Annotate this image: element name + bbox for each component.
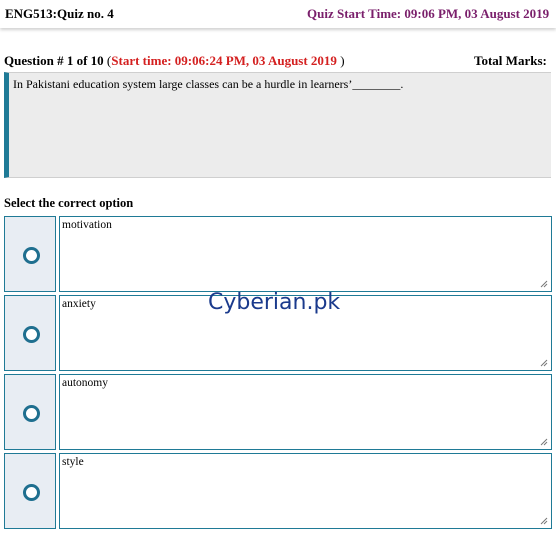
option-label: anxiety (62, 298, 96, 310)
watermark: Cyberian.pk (208, 290, 341, 315)
option-label: style (62, 456, 84, 468)
total-marks-label: Total Marks: (474, 53, 547, 68)
select-correct-option-label: Select the correct option (4, 196, 134, 210)
question-number-label: Question # 1 of 10 (4, 53, 104, 68)
question-header: Question # 1 of 10 (Start time: 09:06:24… (0, 53, 556, 69)
option-label: autonomy (62, 377, 108, 389)
close-paren: ) (340, 53, 345, 68)
option-answer-box[interactable]: style (59, 453, 552, 529)
option-row: autonomy (4, 374, 552, 450)
radio-button[interactable] (23, 247, 40, 264)
resize-grip-icon[interactable] (540, 517, 548, 525)
radio-button[interactable] (23, 405, 40, 422)
option-row: style (4, 453, 552, 529)
option-answer-box[interactable]: autonomy (59, 374, 552, 450)
question-text-box: In Pakistani education system large clas… (4, 72, 551, 178)
option-answer-box[interactable]: motivation (59, 216, 552, 292)
quiz-start-time: Quiz Start Time: 09:06 PM, 03 August 201… (307, 6, 550, 21)
course-quiz-title: ENG513:Quiz no. 4 (5, 6, 114, 21)
option-row: motivation (4, 216, 552, 292)
radio-cell[interactable] (4, 216, 56, 292)
resize-grip-icon[interactable] (540, 280, 548, 288)
resize-grip-icon[interactable] (540, 359, 548, 367)
radio-cell[interactable] (4, 295, 56, 371)
question-start-time: Start time: 09:06:24 PM, 03 August 2019 (111, 53, 337, 68)
option-label: motivation (62, 219, 112, 231)
radio-cell[interactable] (4, 374, 56, 450)
radio-button[interactable] (23, 484, 40, 501)
resize-grip-icon[interactable] (540, 438, 548, 446)
radio-button[interactable] (23, 326, 40, 343)
question-number: Question # 1 of 10 (Start time: 09:06:24… (4, 53, 345, 69)
question-text: In Pakistani education system large clas… (13, 77, 404, 91)
radio-cell[interactable] (4, 453, 56, 529)
quiz-top-bar: ENG513:Quiz no. 4 Quiz Start Time: 09:06… (0, 0, 556, 28)
